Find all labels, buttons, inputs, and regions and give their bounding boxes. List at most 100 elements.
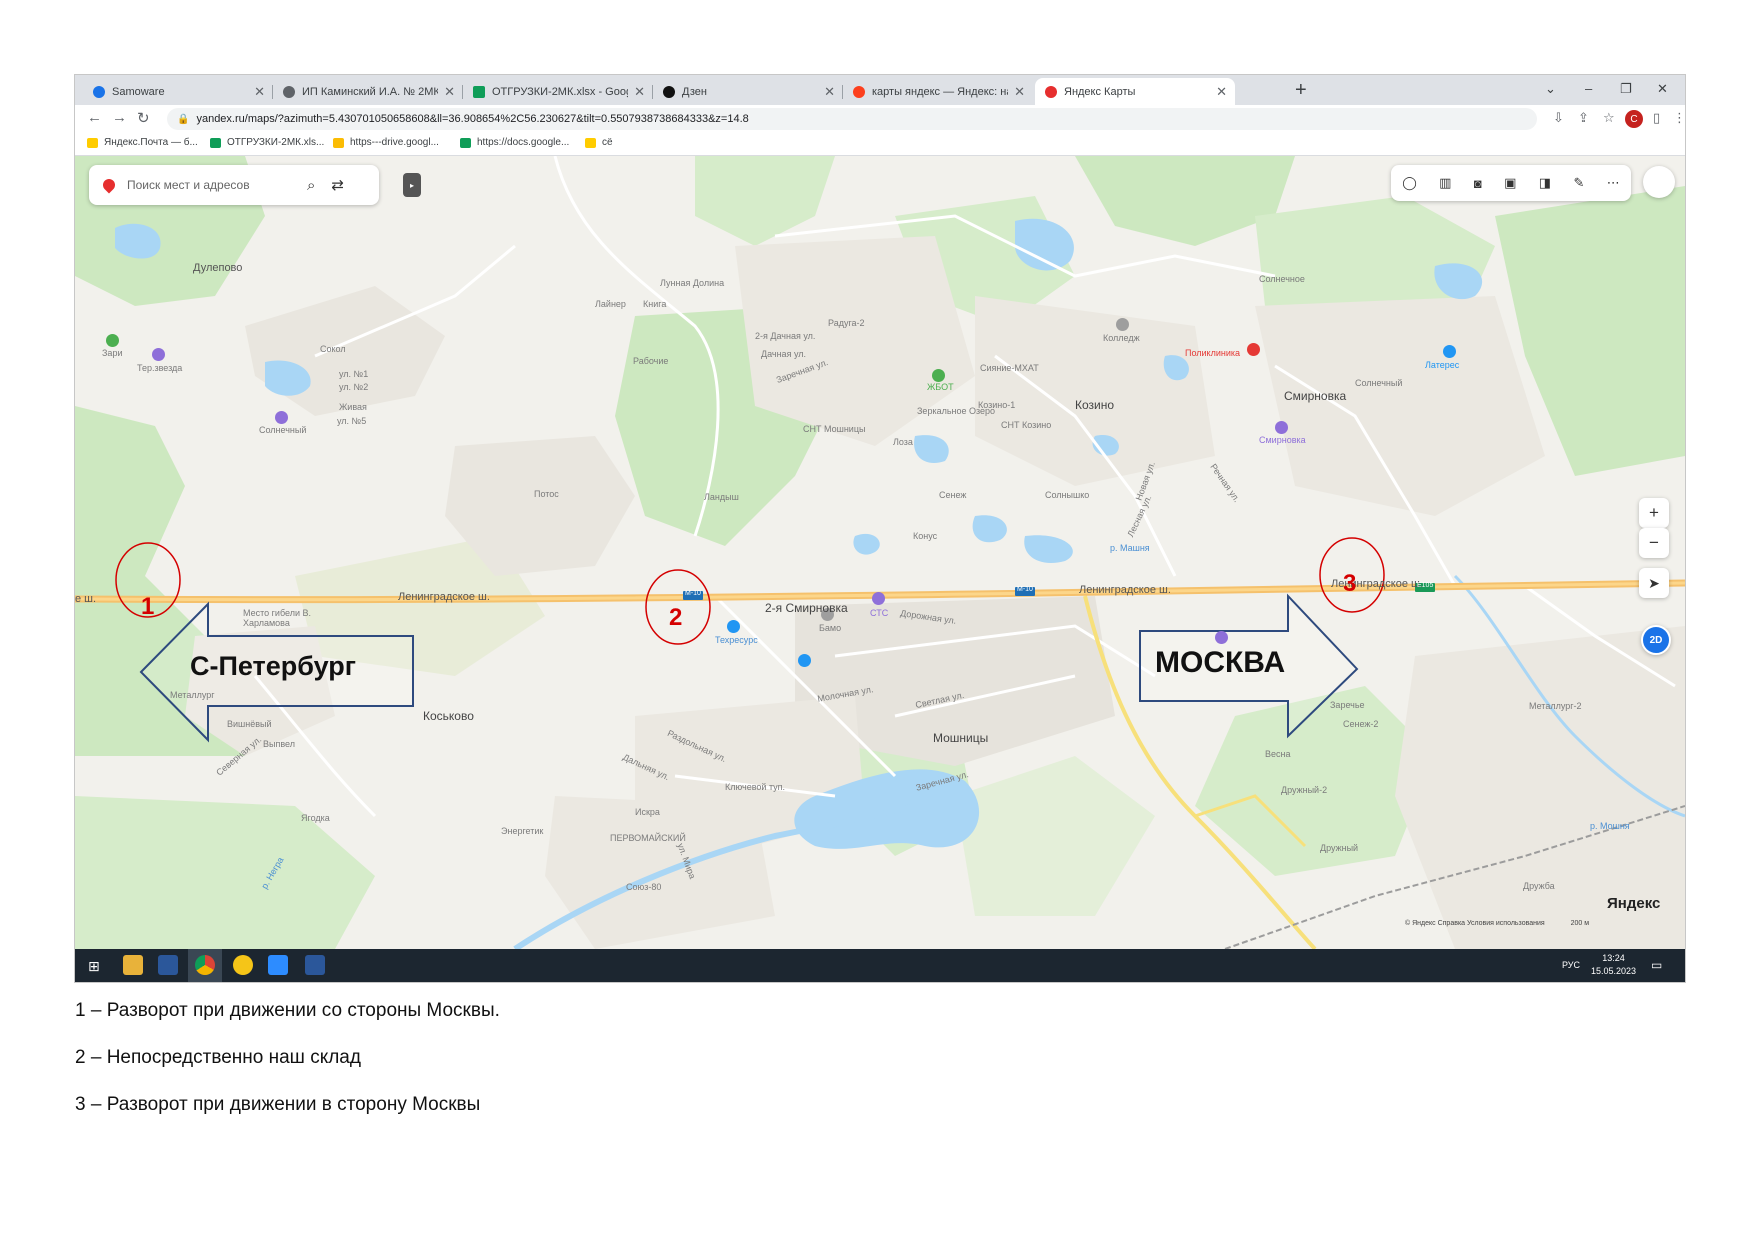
sheets-icon [473,85,485,98]
bookmark-mail[interactable]: Яндекс.Почта — б... [87,137,198,148]
ruler-icon[interactable]: ✎ [1573,175,1584,191]
poi-icon[interactable] [1275,421,1288,434]
bookmark-docs[interactable]: https://docs.google... [460,137,569,148]
panorama-icon[interactable]: ▥ [1439,175,1451,191]
close-icon[interactable]: ✕ [254,84,265,100]
close-icon[interactable]: ✕ [1014,84,1025,100]
place-label: Дружный-2 [1281,785,1328,795]
shop-icon[interactable] [798,654,811,667]
map-pin-icon [100,176,118,194]
place-label: Сенеж-2 [1343,719,1379,729]
menu-icon[interactable]: ⋮ [1673,110,1685,126]
samoware-icon [93,85,105,98]
place-label: Мошницы [933,731,989,745]
poi-icon[interactable] [1215,631,1228,644]
profile-avatar[interactable]: С [1625,110,1643,128]
place-label: Дачная ул. [761,349,806,359]
place-label: Дружба [1523,881,1555,891]
close-icon[interactable]: ✕ [444,84,455,100]
road-label: Ленинградское ш. [398,591,490,603]
language-indicator[interactable]: РУС [1562,960,1580,970]
poi-icon[interactable] [275,411,288,424]
share-icon[interactable]: ⇪ [1578,110,1589,126]
clock[interactable]: 13:24 15.05.2023 [1591,952,1636,978]
place-label: Техресурс [715,635,758,645]
windows-start-icon[interactable]: ⊞ [88,958,100,975]
transport-icon[interactable]: ▣ [1504,175,1516,191]
place-label: Выпвел [263,739,295,749]
bookmark-sheets[interactable]: ОТГРУЗКИ-2МК.xls... [210,137,324,148]
place-label: Колледж [1103,333,1140,343]
terminal-icon[interactable] [158,955,178,975]
reload-icon[interactable]: ↻ [137,109,150,127]
app-icon[interactable] [233,955,253,975]
my-location-button[interactable]: ➤ [1639,568,1669,598]
side-panel-icon[interactable]: ▯ [1653,110,1660,126]
place-label: ул. №5 [337,416,367,426]
camera-icon[interactable]: ◙ [1474,176,1482,191]
place-label: Латерес [1425,360,1460,370]
address-bar[interactable]: 🔒 yandex.ru/maps/?azimuth=5.430701050658… [167,108,1537,130]
poi-icon[interactable] [1443,345,1456,358]
tab-strip: Samoware ✕ ИП Каминский И.А. № 2МК-11· ✕… [75,75,1685,105]
bookmark-drive[interactable]: https---drive.googl... [333,137,439,148]
tab-yandex-maps[interactable]: Яндекс Карты ✕ [1035,78,1235,105]
scale-label: 200 м [1570,920,1590,927]
place-label: Заречье [1330,700,1365,710]
bookmark-mail-2[interactable]: сё [585,137,613,148]
panel-toggle-button[interactable]: ▸ [403,173,421,197]
direction-spb-label: С-Петербург [190,651,357,681]
place-label: Коськово [423,709,474,723]
place-label: Конус [913,531,938,541]
install-icon[interactable]: ⇩ [1553,110,1564,126]
zoom-out-button[interactable]: − [1639,528,1669,558]
notifications-icon[interactable]: ▭ [1651,958,1662,972]
poi-icon[interactable] [932,369,945,382]
park-icon[interactable] [106,334,119,347]
minimize-icon[interactable]: – [1585,81,1592,96]
search-icon[interactable]: ⌕ [307,177,315,194]
close-icon[interactable]: ✕ [634,84,645,100]
star-icon[interactable]: ☆ [1603,110,1615,126]
close-icon[interactable]: ✕ [824,84,835,100]
new-tab-button[interactable]: + [1295,79,1307,102]
route-icon[interactable]: ⇄ [331,176,344,194]
more-icon[interactable]: ⋯ [1607,175,1620,191]
layers-icon[interactable]: ◯ [1402,175,1417,191]
map-search-input[interactable] [125,177,299,193]
clinic-icon[interactable] [1247,343,1260,356]
address-toolbar: ← → ↻ 🔒 yandex.ru/maps/?azimuth=5.430701… [75,105,1685,133]
close-icon[interactable]: ✕ [1216,84,1227,100]
tab-samoware[interactable]: Samoware ✕ [83,78,273,105]
place-label: Солнечный [1355,378,1403,388]
layers-stack-icon[interactable]: ◨ [1539,175,1551,191]
tab-dzen[interactable]: Дзен ✕ [653,78,843,105]
view-2d-button[interactable]: 2D [1641,625,1671,655]
caption-2: 2 – Непосредственно наш склад [75,1047,361,1068]
poi-icon[interactable] [727,620,740,633]
file-explorer-icon[interactable] [123,955,143,975]
user-avatar[interactable] [1643,166,1675,198]
restore-icon[interactable]: ❐ [1620,81,1632,97]
close-window-icon[interactable]: ✕ [1657,81,1668,97]
map-canvas[interactable]: Дулепово Зари Тер.звезда Сокол ул. №1 ул… [75,156,1685,949]
place-label: 2-я Смирновка [765,601,848,615]
place-label: 2-я Дачная ул. [755,331,816,341]
place-label: Ключевой туп. [725,782,786,792]
road-label: е ш. [75,593,97,605]
tab-search-icon[interactable]: ⌄ [1545,81,1556,97]
forward-icon[interactable]: → [112,109,127,126]
place-label: Лунная Долина [660,278,725,288]
zoom-in-button[interactable]: + [1639,498,1669,528]
tab-sheets[interactable]: ОТГРУЗКИ-2МК.xlsx - Google Та ✕ [463,78,653,105]
poi-icon[interactable] [872,592,885,605]
tab-document[interactable]: ИП Каминский И.А. № 2МК-11· ✕ [273,78,463,105]
tab-yandex-search[interactable]: карты яндекс — Яндекс: нашлос ✕ [843,78,1033,105]
college-icon[interactable] [1116,318,1129,331]
place-label: Ягодка [301,813,330,823]
back-icon[interactable]: ← [87,109,102,126]
chrome-icon[interactable] [195,955,215,975]
zoom-icon[interactable] [268,955,288,975]
poi-icon[interactable] [152,348,165,361]
word-icon[interactable] [305,955,325,975]
